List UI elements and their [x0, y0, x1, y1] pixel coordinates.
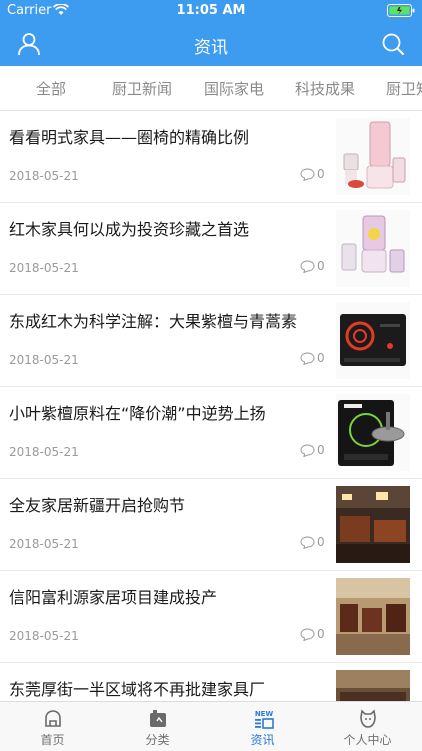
tab-intl-appliances[interactable]: 国际家电 [204, 78, 264, 99]
thumbnail-induction-cooker [336, 302, 410, 379]
list-item[interactable]: 信阳富利源家居项目建成投产 2018-05-21 0 [0, 571, 422, 663]
thumbnail-furniture-hall [336, 578, 410, 655]
nav-bar: 资讯 [0, 22, 422, 66]
article-date: 2018-05-21 [9, 629, 79, 643]
bottom-tab-label: 个人中心 [343, 733, 392, 747]
thumbnail-supor-cooker [336, 394, 410, 471]
article-date: 2018-05-21 [9, 169, 79, 183]
list-item[interactable]: 全友家居新疆开启抢购节 2018-05-21 0 [0, 479, 422, 571]
news-icon: NEW [252, 709, 274, 729]
bottom-tab-news[interactable]: NEW 资讯 [210, 702, 315, 751]
clock: 11:05 AM [176, 3, 246, 18]
article-title: 东成红木为科学注解：大果紫檀与青蒿素 [9, 312, 298, 331]
comment-count: 0 [300, 351, 325, 366]
category-tabs: 全部 厨卫新闻 国际家电 科技成果 厨卫知 [0, 66, 422, 111]
profile-icon [357, 709, 379, 729]
comment-icon [300, 260, 315, 274]
svg-text:NEW: NEW [254, 710, 273, 718]
bottom-tab-category[interactable]: 分类 [105, 702, 210, 751]
list-item[interactable]: 看看明式家具——圈椅的精确比例 2018-05-21 0 [0, 111, 422, 203]
comment-icon [300, 352, 315, 366]
bottom-tab-label: 首页 [40, 733, 65, 747]
thumbnail-blender-set [336, 118, 410, 195]
list-item[interactable]: 东成红木为科学注解：大果紫檀与青蒿素 2018-05-21 0 [0, 295, 422, 387]
article-title: 看看明式家具——圈椅的精确比例 [9, 128, 250, 147]
comment-icon [300, 628, 315, 642]
thumbnail-furniture-showroom [336, 486, 410, 563]
article-date: 2018-05-21 [9, 445, 79, 459]
article-list: 看看明式家具——圈椅的精确比例 2018-05-21 0 红木家具何以成为投资珍… [0, 111, 422, 701]
bottom-tab-label: 分类 [145, 733, 170, 747]
page-title: 资讯 [194, 38, 228, 58]
bottom-tab-home[interactable]: 首页 [0, 702, 105, 751]
bottom-tab-profile[interactable]: 个人中心 [315, 702, 420, 751]
tab-tech-results[interactable]: 科技成果 [295, 78, 355, 99]
comment-count: 0 [300, 259, 325, 274]
tab-kitchen-knowledge[interactable]: 厨卫知 [386, 78, 422, 99]
article-title: 小叶紫檀原料在“降价潮”中逆势上扬 [9, 404, 266, 423]
comment-count: 0 [300, 167, 325, 182]
article-title: 东莞厚街一半区域将不再批建家具厂 [9, 680, 266, 699]
comment-icon [300, 444, 315, 458]
comment-count: 0 [300, 535, 325, 550]
article-title: 信阳富利源家居项目建成投产 [9, 588, 218, 607]
article-title: 全友家居新疆开启抢购节 [9, 496, 186, 515]
battery-icon [387, 4, 415, 21]
tab-all[interactable]: 全部 [36, 78, 66, 99]
top-bar: Carrier 11:05 AM 资讯 [0, 0, 422, 66]
comment-icon [300, 536, 315, 550]
list-item[interactable]: 红木家具何以成为投资珍藏之首选 2018-05-21 0 [0, 203, 422, 295]
article-title: 红木家具何以成为投资珍藏之首选 [9, 220, 250, 239]
search-icon[interactable] [380, 31, 406, 57]
thumbnail-furniture-hall-2 [336, 670, 410, 701]
list-item[interactable]: 小叶紫檀原料在“降价潮”中逆势上扬 2018-05-21 0 [0, 387, 422, 479]
category-icon [147, 709, 169, 729]
article-date: 2018-05-21 [9, 537, 79, 551]
bottom-tab-label: 资讯 [250, 733, 275, 747]
comment-count: 0 [300, 443, 325, 458]
list-item[interactable]: 东莞厚街一半区域将不再批建家具厂 [0, 663, 422, 701]
bottom-tab-bar: 首页 分类 NEW 资讯 个人中心 [0, 701, 422, 751]
tab-kitchen-news[interactable]: 厨卫新闻 [112, 78, 172, 99]
comment-count: 0 [300, 627, 325, 642]
home-icon [42, 709, 64, 729]
article-date: 2018-05-21 [9, 261, 79, 275]
thumbnail-juicer-set [336, 210, 410, 287]
comment-icon [300, 168, 315, 182]
article-date: 2018-05-21 [9, 353, 79, 367]
status-bar: Carrier 11:05 AM [0, 0, 422, 22]
